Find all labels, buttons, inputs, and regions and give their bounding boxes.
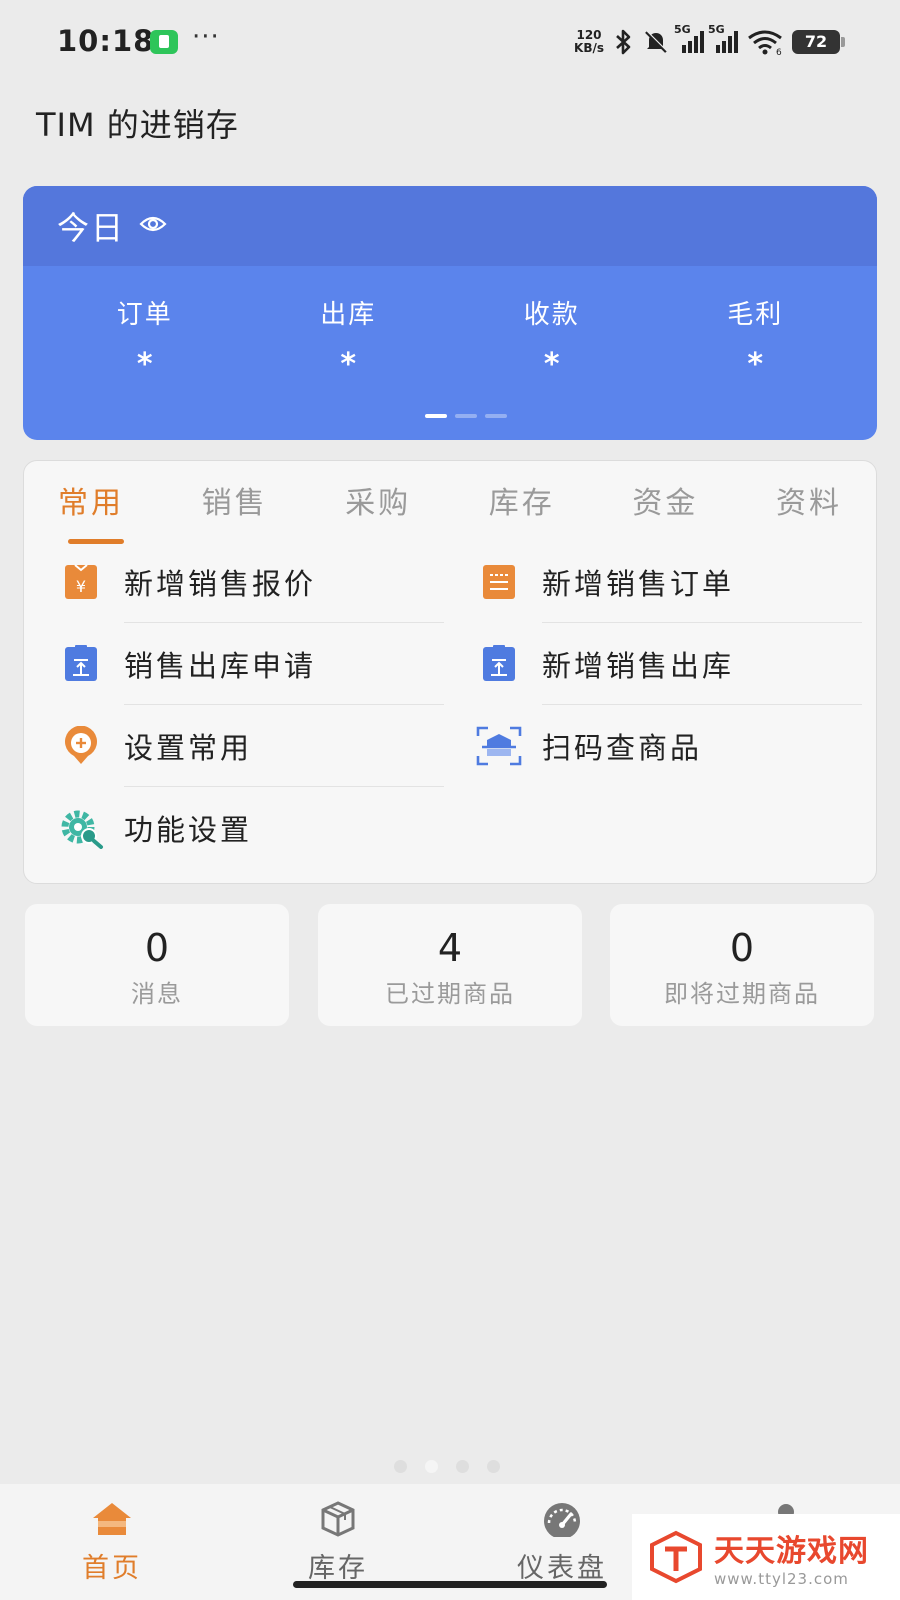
nav-inventory[interactable]: 库存 <box>268 1494 408 1585</box>
function-label: 新增销售报价 <box>124 567 317 601</box>
expired-products-counter[interactable]: 4 已过期商品 <box>318 904 582 1026</box>
stat-receipts[interactable]: 收款 * <box>467 294 637 382</box>
network-type-2: 5G <box>708 23 725 36</box>
watermark-url: www.ttyl23.com <box>714 1570 849 1588</box>
function-label: 新增销售订单 <box>542 567 735 601</box>
stat-orders[interactable]: 订单 * <box>60 294 230 382</box>
svg-text:¥: ¥ <box>76 577 86 596</box>
counter-label: 已过期商品 <box>385 980 515 1008</box>
page-indicator <box>394 1460 500 1473</box>
signal-1-icon: 5G <box>674 23 704 53</box>
tab-funds[interactable]: 资金 <box>632 478 698 526</box>
bluetooth-icon <box>616 29 631 55</box>
today-summary-card: 今日 订单 * 出库 * 收款 * 毛利 * <box>23 186 877 440</box>
counter-value: 4 <box>437 926 463 970</box>
new-sales-order-button[interactable]: 新增销售订单 <box>476 541 734 623</box>
nav-label: 首页 <box>82 1553 142 1584</box>
expiring-products-counter[interactable]: 0 即将过期商品 <box>610 904 874 1026</box>
order-doc-icon <box>476 559 522 605</box>
stat-outbound[interactable]: 出库 * <box>263 294 433 382</box>
counter-value: 0 <box>729 926 755 970</box>
box-icon <box>268 1494 408 1544</box>
mute-bell-icon <box>645 30 668 53</box>
tab-data[interactable]: 资料 <box>776 478 842 526</box>
function-label: 功能设置 <box>124 813 253 847</box>
stat-label: 收款 <box>523 300 580 330</box>
status-time: 10:18 <box>57 24 155 58</box>
signal-2-icon: 5G <box>708 23 738 53</box>
set-favorites-button[interactable]: 设置常用 <box>58 705 252 787</box>
status-bar: 10:18 ··· 120 KB/s 5G 5G 6 72 <box>0 0 900 86</box>
function-label: 销售出库申请 <box>124 649 317 683</box>
card-pager <box>425 414 507 418</box>
messages-counter[interactable]: 0 消息 <box>25 904 289 1026</box>
counter-label: 即将过期商品 <box>664 980 820 1008</box>
tab-inventory[interactable]: 库存 <box>489 478 555 526</box>
stat-label: 毛利 <box>727 300 784 330</box>
function-label: 新增销售出库 <box>542 649 735 683</box>
more-notifications-icon: ··· <box>192 22 220 52</box>
quote-doc-icon: ¥ <box>58 559 104 605</box>
stat-value: * <box>340 347 357 382</box>
function-label: 扫码查商品 <box>542 731 703 765</box>
home-indicator[interactable] <box>293 1581 607 1588</box>
today-header: 今日 <box>23 186 877 266</box>
stat-value: * <box>136 347 153 382</box>
outbound-icon <box>476 641 522 687</box>
stat-label: 出库 <box>320 300 377 330</box>
functions-card: 常用 销售 采购 库存 资金 资料 ¥ 新增销售报价 新增销售订单 销售出库申请 <box>23 460 877 884</box>
function-settings-button[interactable]: 功能设置 <box>58 787 252 869</box>
new-sales-quote-button[interactable]: ¥ 新增销售报价 <box>58 541 316 623</box>
dashboard-icon <box>492 1494 632 1544</box>
eye-icon[interactable] <box>139 214 167 238</box>
tab-sales[interactable]: 销售 <box>202 478 268 526</box>
counter-label: 消息 <box>131 980 183 1008</box>
network-type-1: 5G <box>674 23 691 36</box>
stat-value: * <box>747 347 764 382</box>
function-tabs: 常用 销售 采购 库存 资金 资料 <box>24 461 876 544</box>
nav-label: 库存 <box>308 1553 368 1584</box>
stat-value: * <box>543 347 560 382</box>
app-notification-icon <box>150 30 178 54</box>
stat-label: 订单 <box>116 300 173 330</box>
gear-icon <box>58 805 104 851</box>
wifi-icon: 6 <box>748 30 782 55</box>
home-icon <box>42 1494 182 1544</box>
watermark-title: 天天游戏网 <box>714 1534 869 1569</box>
sales-outbound-request-button[interactable]: 销售出库申请 <box>58 623 316 705</box>
app-title: TIM 的进销存 <box>36 106 239 144</box>
today-stats: 订单 * 出库 * 收款 * 毛利 * <box>23 266 877 382</box>
nav-home[interactable]: 首页 <box>42 1494 182 1585</box>
outbound-request-icon <box>58 641 104 687</box>
network-speed: 120 KB/s <box>574 29 604 55</box>
nav-label: 仪表盘 <box>517 1553 607 1584</box>
battery-icon: 72 <box>792 30 845 54</box>
stat-gross-profit[interactable]: 毛利 * <box>670 294 840 382</box>
watermark-logo-icon <box>650 1530 702 1584</box>
today-title: 今日 <box>57 209 126 247</box>
wifi-version: 6 <box>776 48 782 55</box>
tab-common[interactable]: 常用 <box>58 478 124 544</box>
scan-product-button[interactable]: 扫码查商品 <box>476 705 702 787</box>
nav-dashboard[interactable]: 仪表盘 <box>492 1494 632 1585</box>
counter-value: 0 <box>144 926 170 970</box>
status-icons: 120 KB/s 5G 5G 6 72 <box>574 23 845 60</box>
network-speed-unit: KB/s <box>574 41 604 55</box>
function-label: 设置常用 <box>124 731 253 765</box>
tab-purchase[interactable]: 采购 <box>345 478 411 526</box>
scan-icon <box>476 723 522 769</box>
add-favorite-icon <box>58 723 104 769</box>
new-sales-outbound-button[interactable]: 新增销售出库 <box>476 623 734 705</box>
watermark: 天天游戏网 www.ttyl23.com <box>632 1514 900 1600</box>
